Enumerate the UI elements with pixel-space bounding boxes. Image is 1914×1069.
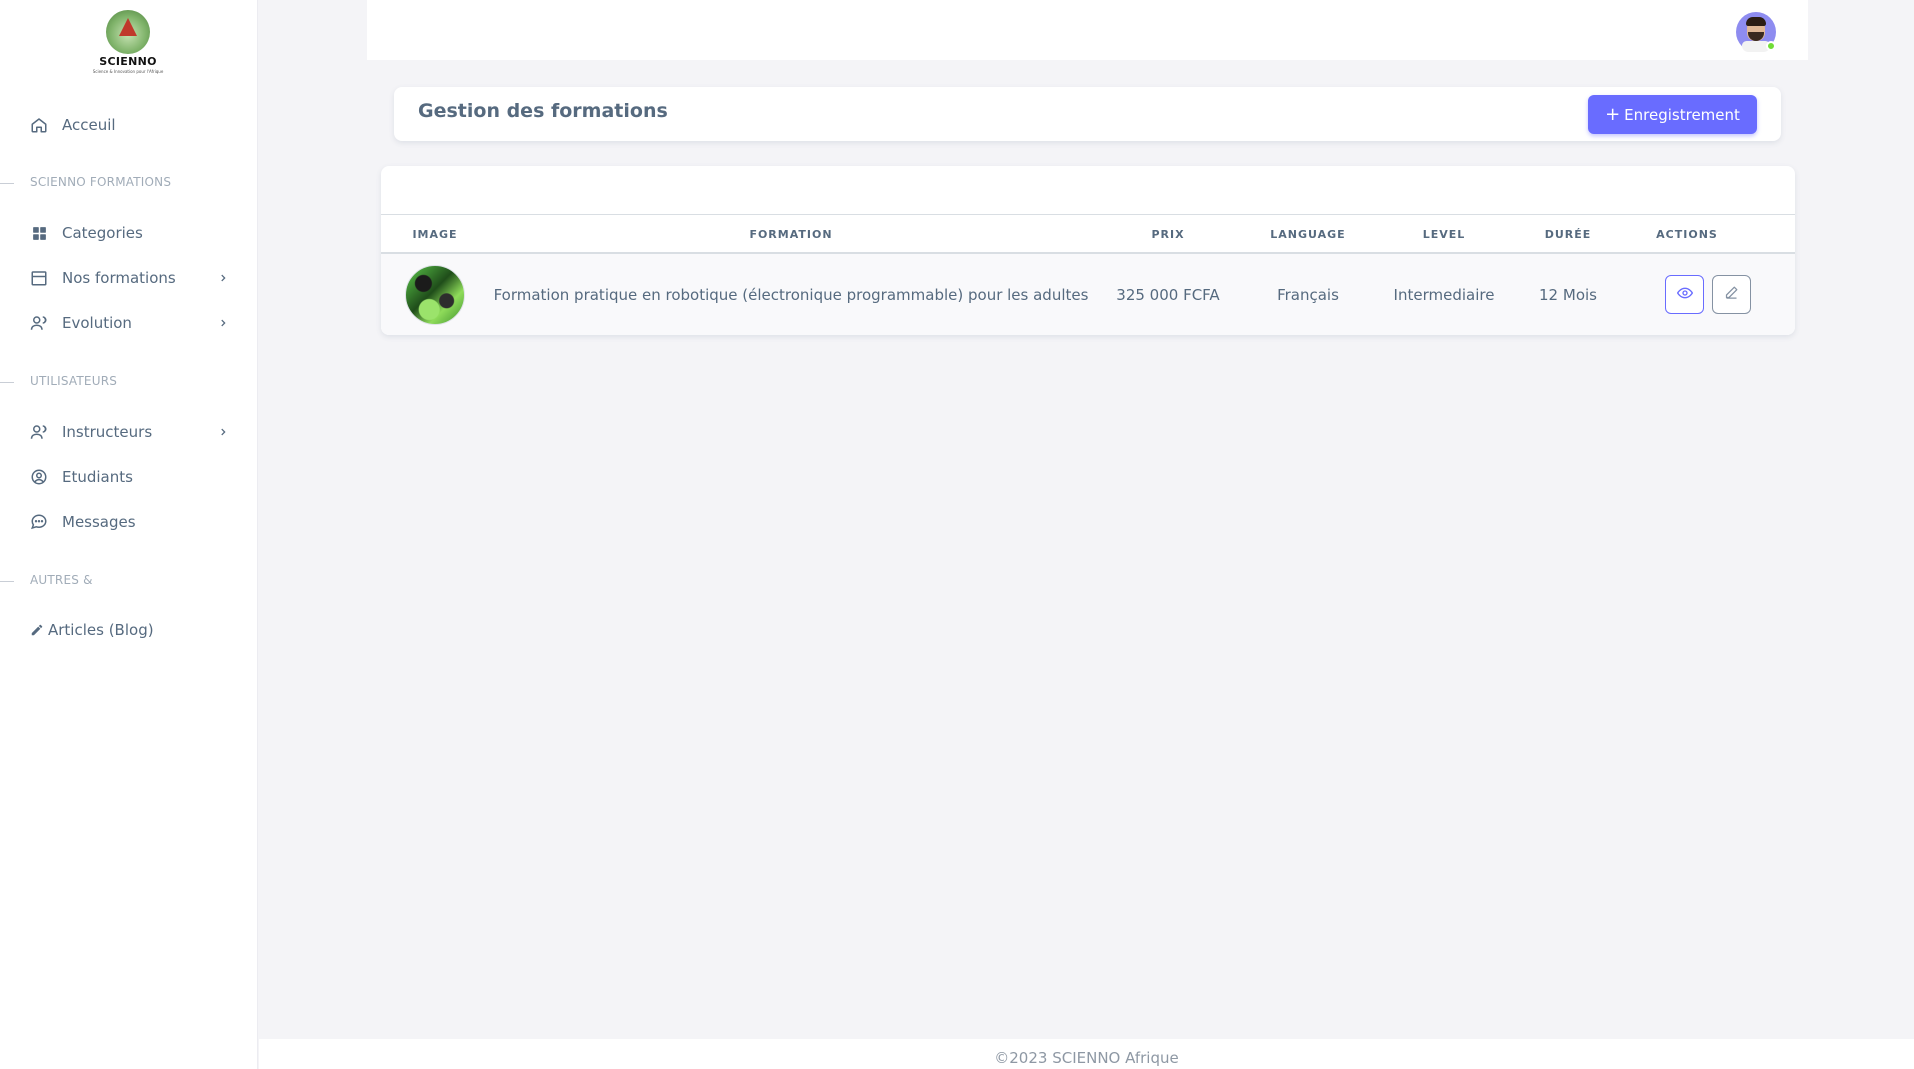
- column-header-formation: FORMATION: [749, 227, 833, 241]
- calendar-icon: [30, 269, 48, 287]
- brand-tagline: Science & Innovation pour l'Afrique: [92, 69, 164, 74]
- column-header-actions: ACTIONS: [1656, 227, 1718, 241]
- column-header-language: LANGUAGE: [1270, 227, 1346, 241]
- sidebar-item-articles-blog[interactable]: Articles (Blog): [30, 618, 230, 642]
- users-icon: [30, 314, 48, 332]
- enregistrement-button-label: Enregistrement: [1624, 105, 1740, 124]
- grid-icon: [30, 224, 48, 242]
- view-button[interactable]: [1665, 275, 1704, 314]
- avatar[interactable]: [1736, 12, 1776, 52]
- section-label-formations: SCIENNO FORMATIONS: [30, 175, 172, 189]
- sidebar-item-label: Instructeurs: [62, 423, 153, 441]
- section-divider: [0, 382, 14, 383]
- sidebar-item-label: Evolution: [62, 314, 132, 332]
- cell-formation: Formation pratique en robotique (électro…: [493, 285, 1089, 304]
- online-status-dot: [1766, 41, 1776, 51]
- cell-language: Français: [1277, 285, 1339, 304]
- sidebar-item-evolution[interactable]: Evolution: [30, 311, 230, 335]
- sidebar-item-label: Articles (Blog): [48, 621, 154, 639]
- formation-thumbnail: [405, 264, 465, 325]
- footer: ©2023 SCIENNO Afrique: [259, 1039, 1914, 1069]
- table-header: IMAGE FORMATION PRIX LANGUAGE LEVEL DURÉ…: [381, 214, 1795, 254]
- eye-icon: [1676, 285, 1693, 305]
- sidebar: SCIENNO Science & Innovation pour l'Afri…: [0, 0, 258, 1069]
- footer-copyright: ©2023 SCIENNO Afrique: [994, 1049, 1179, 1067]
- cell-level: Intermediaire: [1393, 285, 1495, 304]
- sidebar-item-nos-formations[interactable]: Nos formations: [30, 266, 230, 290]
- page-title: Gestion des formations: [418, 100, 668, 122]
- plus-icon: +: [1605, 103, 1621, 125]
- column-header-image: IMAGE: [412, 227, 458, 241]
- cell-duree: 12 Mois: [1539, 285, 1597, 304]
- section-label-autres: AUTRES &: [30, 573, 93, 587]
- section-label-utilisateurs: UTILISATEURS: [30, 374, 118, 388]
- sidebar-item-categories[interactable]: Categories: [30, 221, 230, 245]
- chat-icon: [30, 513, 48, 531]
- sidebar-item-label: Categories: [62, 224, 143, 242]
- home-icon: [30, 116, 48, 134]
- enregistrement-button[interactable]: + Enregistrement: [1588, 95, 1757, 134]
- sidebar-item-etudiants[interactable]: Etudiants: [30, 465, 230, 489]
- page-header-card: Gestion des formations + Enregistrement: [394, 87, 1781, 141]
- edit-icon: [30, 621, 44, 639]
- sidebar-item-instructeurs[interactable]: Instructeurs: [30, 420, 230, 444]
- sidebar-item-acceuil[interactable]: Acceuil: [30, 113, 230, 137]
- section-divider: [0, 581, 14, 582]
- chevron-right-icon: [216, 423, 230, 441]
- cell-actions: [1621, 254, 1795, 335]
- edit-button[interactable]: [1712, 275, 1751, 314]
- brand-name: SCIENNO: [99, 55, 157, 68]
- chevron-right-icon: [216, 269, 230, 287]
- avatar-hair: [1746, 17, 1766, 26]
- cell-image: [381, 254, 489, 335]
- top-navbar: [367, 0, 1808, 60]
- pencil-icon: [1724, 285, 1739, 304]
- sidebar-item-label: Acceuil: [62, 116, 116, 134]
- users-icon: [30, 423, 48, 441]
- column-header-level: LEVEL: [1422, 227, 1466, 241]
- chevron-right-icon: [216, 314, 230, 332]
- sidebar-item-messages[interactable]: Messages: [30, 510, 230, 534]
- table-row: Formation pratique en robotique (électro…: [381, 254, 1795, 335]
- sidebar-item-label: Etudiants: [62, 468, 133, 486]
- brand-logo[interactable]: SCIENNO Science & Innovation pour l'Afri…: [93, 10, 163, 76]
- section-divider: [0, 183, 14, 184]
- user-circle-icon: [30, 468, 48, 486]
- formations-table-card: IMAGE FORMATION PRIX LANGUAGE LEVEL DURÉ…: [381, 166, 1795, 335]
- cell-prix: 325 000 FCFA: [1116, 285, 1220, 304]
- sidebar-item-label: Messages: [62, 513, 136, 531]
- sidebar-item-label: Nos formations: [62, 269, 176, 287]
- logo-emblem-icon: [106, 10, 150, 54]
- column-header-duree: DURÉE: [1544, 227, 1592, 241]
- column-header-prix: PRIX: [1151, 227, 1185, 241]
